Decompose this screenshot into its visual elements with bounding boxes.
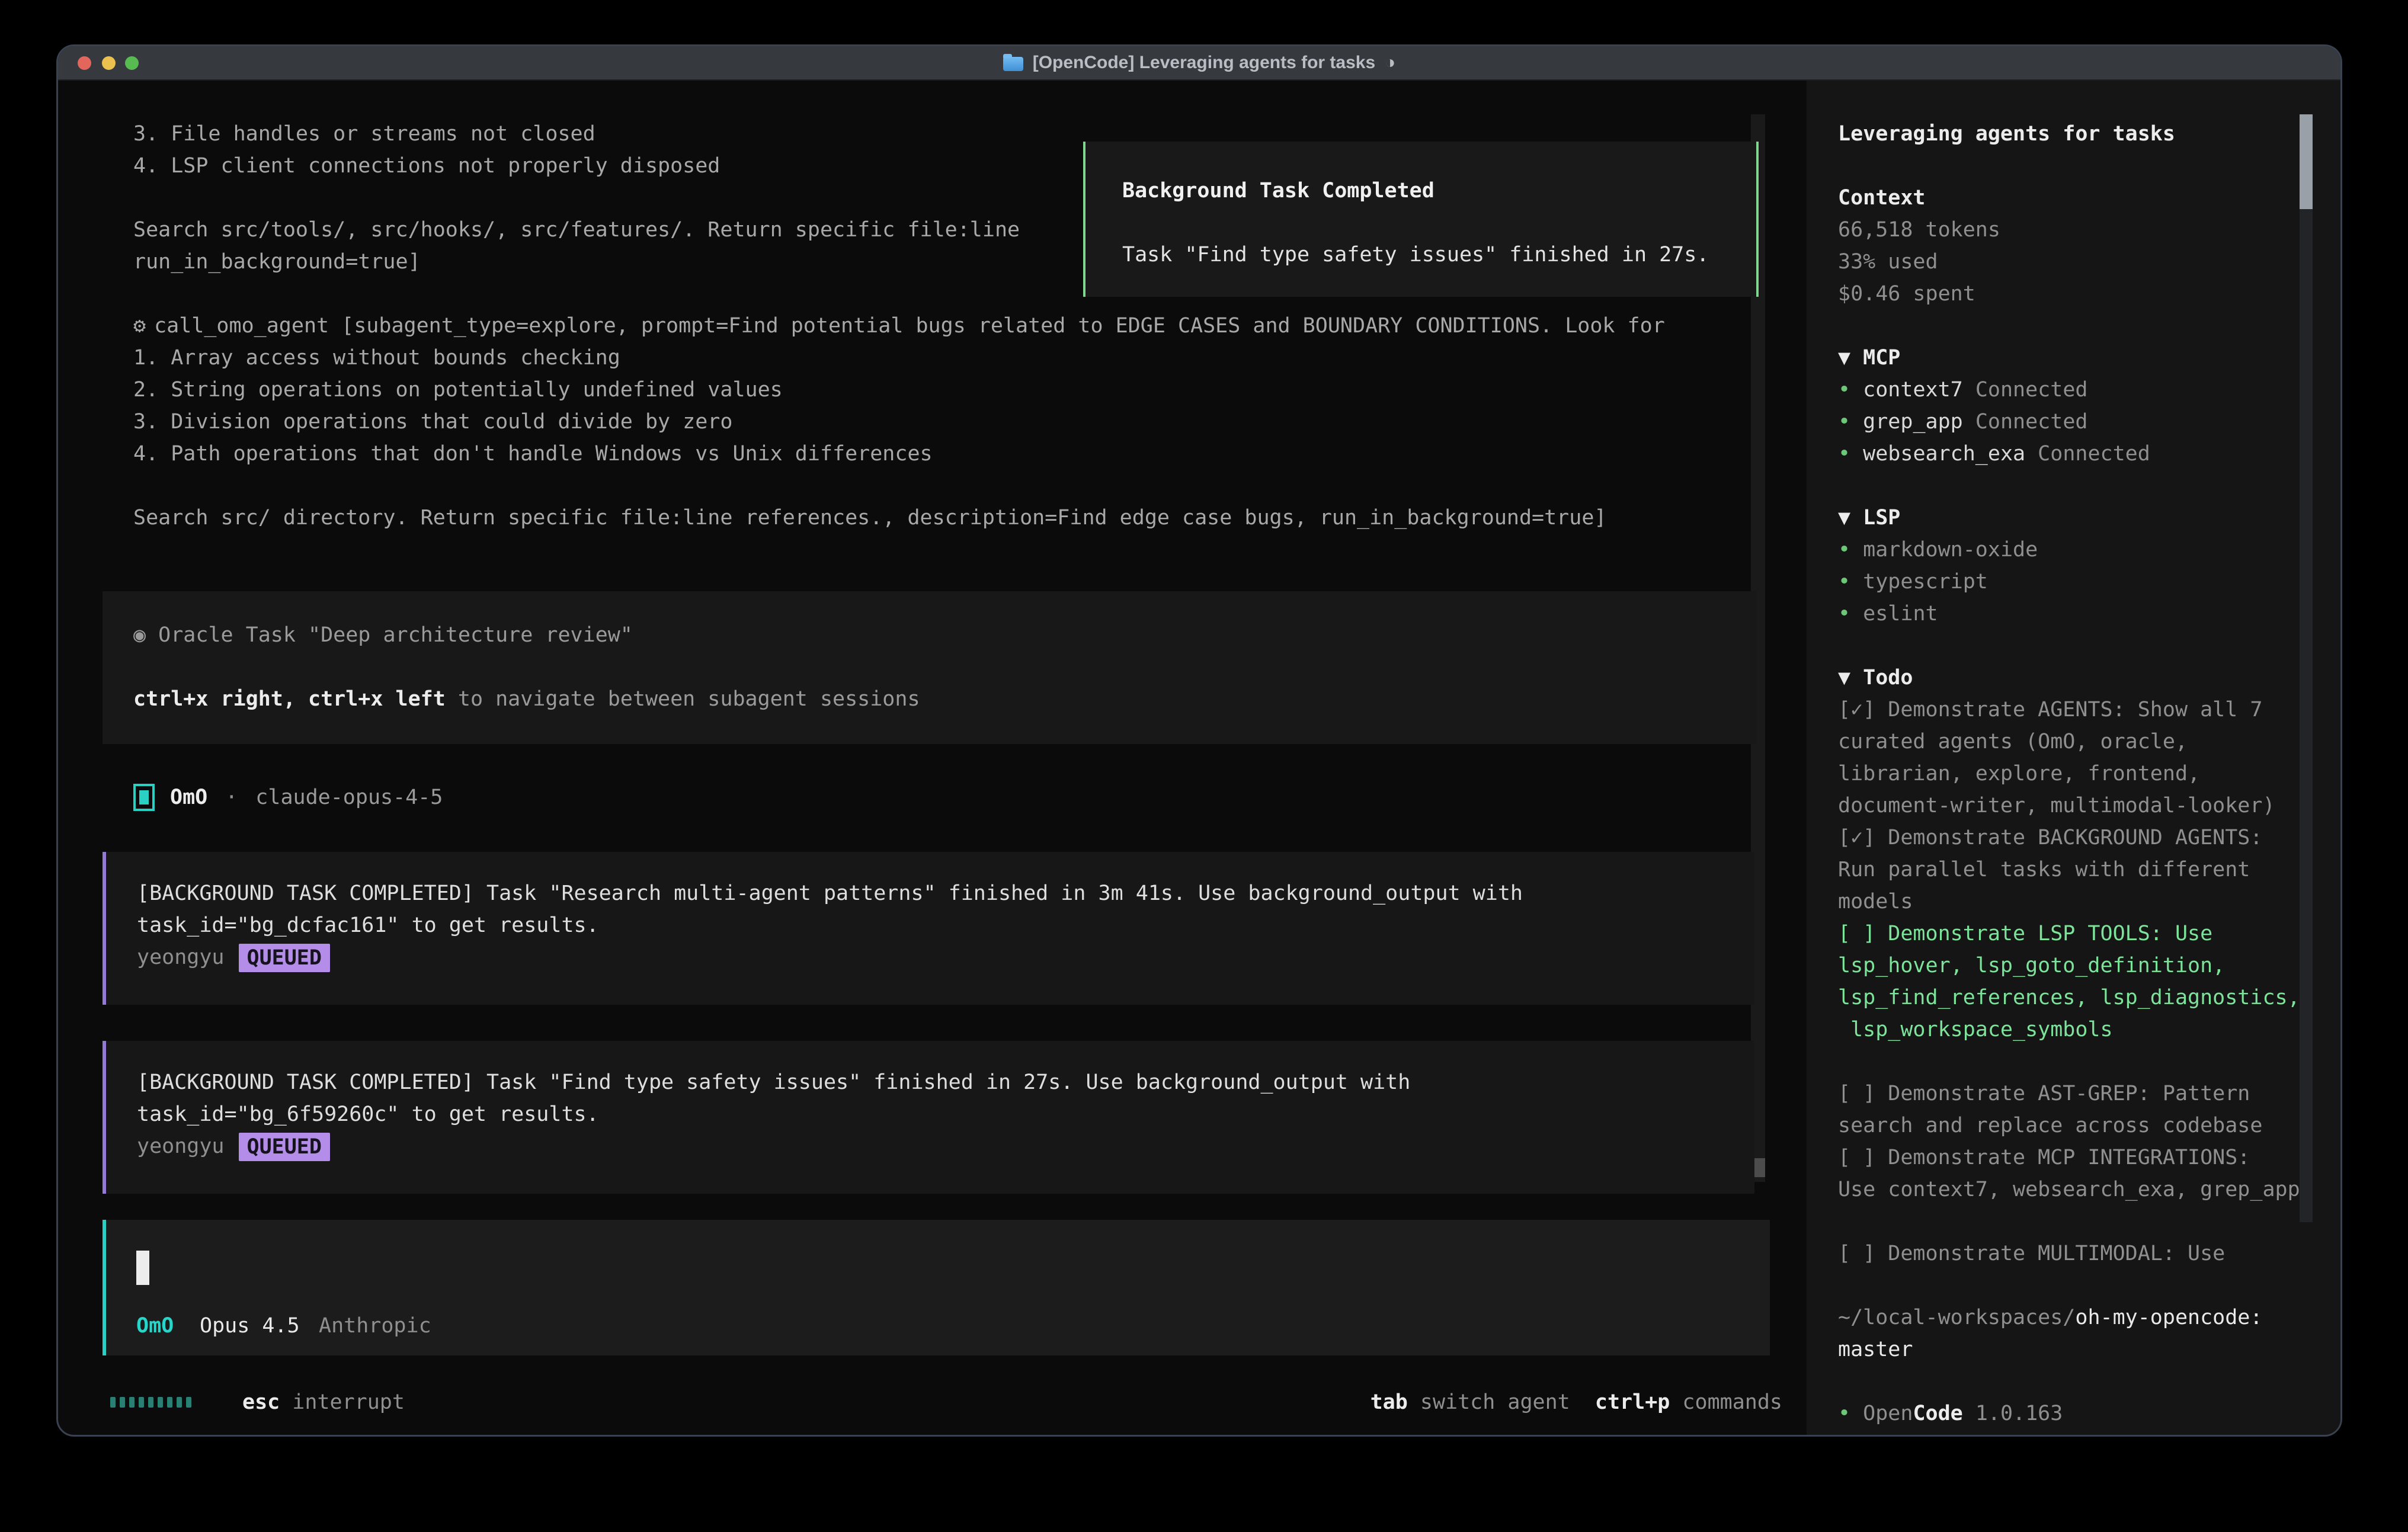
minimize-window-button[interactable] <box>102 56 116 70</box>
agent-header: OmO · claude-opus-4-5 <box>133 781 443 813</box>
separator-dot: · <box>225 786 238 809</box>
oracle-shortcut-hint: ctrl+x right, ctrl+x left to navigate be… <box>133 683 920 715</box>
title-bar: [OpenCode] Leveraging agents for tasks ◑ <box>58 46 2340 81</box>
toast-body: Task "Find type safety issues" finished … <box>1122 239 1709 271</box>
terminal-line: Search src/tools/, src/hooks/, src/featu… <box>133 214 1020 246</box>
agent-name: OmO <box>170 786 207 809</box>
status-dot-icon: • <box>1838 442 1850 466</box>
lsp-item: • typescript <box>1838 566 1988 598</box>
background-task-toast[interactable]: Background Task Completed Task "Find typ… <box>1083 142 1759 297</box>
status-dot-icon: • <box>1838 538 1850 562</box>
todo-item-line: search and replace across codebase <box>1838 1110 2318 1142</box>
half-circle-icon: ◑ <box>1385 53 1395 73</box>
tool-call-line: 2. String operations on potentially unde… <box>133 374 783 406</box>
prompt-input[interactable]: OmO Opus 4.5 Anthropic <box>103 1220 1770 1355</box>
status-dot-icon: • <box>1838 602 1850 626</box>
text-cursor <box>136 1251 149 1285</box>
lsp-section-heading[interactable]: ▼ LSP <box>1838 502 1900 534</box>
input-provider-label: Anthropic <box>319 1310 431 1342</box>
status-dot-icon: • <box>1838 1402 1850 1425</box>
tool-call-line: 4. Path operations that don't handle Win… <box>133 438 933 470</box>
task-author: yeongyu <box>137 946 225 969</box>
mcp-item: • context7 Connected <box>1838 374 2087 406</box>
tool-call-line: 3. Division operations that could divide… <box>133 406 732 438</box>
tool-call-line: ⚙call_omo_agent [subagent_type=explore, … <box>133 310 1665 342</box>
lsp-item: • eslint <box>1838 598 1938 630</box>
task-line: [BACKGROUND TASK COMPLETED] Task "Resear… <box>137 877 1523 909</box>
activity-dots <box>110 1386 191 1418</box>
task-meta: yeongyu QUEUED <box>137 941 330 973</box>
tool-call-line: Search src/ directory. Return specific f… <box>133 502 1606 534</box>
gear-icon: ⚙ <box>133 314 146 338</box>
context-heading: Context <box>1838 182 1926 214</box>
record-icon: ◉ <box>133 623 146 647</box>
sidebar-scrollbar[interactable] <box>2300 114 2313 1222</box>
status-badge: QUEUED <box>239 1133 330 1161</box>
lsp-item: • markdown-oxide <box>1838 534 2038 566</box>
context-used: 33% used <box>1838 246 1938 278</box>
workspace-branch: master <box>1838 1334 1913 1366</box>
task-message: [BACKGROUND TASK COMPLETED] Task "Find t… <box>103 1041 1754 1194</box>
status-dot-icon: • <box>1838 570 1850 594</box>
terminal-line: 3. File handles or streams not closed <box>133 118 595 150</box>
todo-item-line-active: lsp_find_references, lsp_diagnostics, <box>1838 982 2318 1014</box>
version-line: • OpenCode 1.0.163 <box>1838 1398 2063 1430</box>
todo-item-line: [ ] Demonstrate MCP INTEGRATIONS: <box>1838 1142 2318 1174</box>
todo-item-line-active: lsp_workspace_symbols <box>1838 1014 2318 1046</box>
context-spent: $0.46 spent <box>1838 278 1975 310</box>
task-author: yeongyu <box>137 1134 225 1158</box>
context-tokens: 66,518 tokens <box>1838 214 2000 246</box>
window-title: [OpenCode] Leveraging agents for tasks <box>1033 53 1375 73</box>
todo-item-line: Run parallel tasks with different <box>1838 854 2318 886</box>
oracle-task-panel: ◉ Oracle Task "Deep architecture review"… <box>103 591 1757 744</box>
toast-title: Background Task Completed <box>1122 175 1434 207</box>
zoom-window-button[interactable] <box>125 56 139 70</box>
opencode-terminal-window: [OpenCode] Leveraging agents for tasks ◑… <box>56 44 2342 1437</box>
shortcut-hints: tab switch agent ctrl+p commands <box>1370 1386 1782 1418</box>
mcp-section-heading[interactable]: ▼ MCP <box>1838 342 1900 374</box>
oracle-task-header: ◉ Oracle Task "Deep architecture review" <box>133 619 633 651</box>
chevron-down-icon: ▼ <box>1838 666 1850 690</box>
status-dot-icon: • <box>1838 378 1850 402</box>
todo-item-line: [ ] Demonstrate MULTIMODAL: Use <box>1838 1238 2318 1270</box>
todo-item-line: document-writer, multimodal-looker) <box>1838 790 2318 822</box>
terminal-line: 4. LSP client connections not properly d… <box>133 150 720 182</box>
todo-section-heading[interactable]: ▼ Todo <box>1838 662 1913 694</box>
todo-item-line: models <box>1838 886 2318 918</box>
todo-item-line: [ ] Demonstrate AST-GREP: Pattern <box>1838 1078 2318 1110</box>
status-dot-icon: • <box>1838 410 1850 434</box>
session-sidebar: Leveraging agents for tasks Context 66,5… <box>1807 81 2340 1437</box>
input-agent-label: OmO <box>136 1310 174 1342</box>
terminal-line: run_in_background=true] <box>133 246 421 278</box>
todo-item-line: [✓] Demonstrate AGENTS: Show all 7 <box>1838 694 2318 726</box>
sidebar-scrollbar-thumb[interactable] <box>2300 114 2313 209</box>
input-model-label: Opus 4.5 <box>200 1310 300 1342</box>
status-badge: QUEUED <box>239 944 330 972</box>
agent-icon <box>133 784 155 811</box>
tool-call-line: 1. Array access without bounds checking <box>133 342 620 374</box>
mcp-item: • grep_app Connected <box>1838 406 2087 438</box>
interrupt-hint: esc interrupt <box>242 1386 405 1418</box>
task-line: task_id="bg_6f59260c" to get results. <box>137 1098 599 1130</box>
task-message: [BACKGROUND TASK COMPLETED] Task "Resear… <box>103 852 1754 1005</box>
mcp-item: • websearch_exa Connected <box>1838 438 2150 470</box>
close-window-button[interactable] <box>78 56 91 70</box>
task-line: [BACKGROUND TASK COMPLETED] Task "Find t… <box>137 1066 1410 1098</box>
session-title: Leveraging agents for tasks <box>1838 118 2175 150</box>
folder-icon <box>1003 57 1023 71</box>
chevron-down-icon: ▼ <box>1838 346 1850 370</box>
workspace-path: ~/local-workspaces/oh-my-opencode: <box>1838 1302 2262 1334</box>
todo-item-line: curated agents (OmO, oracle, <box>1838 726 2318 758</box>
todo-item-line: [✓] Demonstrate BACKGROUND AGENTS: <box>1838 822 2318 854</box>
task-line: task_id="bg_dcfac161" to get results. <box>137 909 599 941</box>
todo-item-line-active: lsp_hover, lsp_goto_definition, <box>1838 950 2318 982</box>
agent-model: claude-opus-4-5 <box>255 786 443 809</box>
todo-item-line-active: [ ] Demonstrate LSP TOOLS: Use <box>1838 918 2318 950</box>
todo-item-line: librarian, explore, frontend, <box>1838 758 2318 790</box>
task-meta: yeongyu QUEUED <box>137 1130 330 1162</box>
chevron-down-icon: ▼ <box>1838 506 1850 530</box>
todo-item-line: Use context7, websearch_exa, grep_app <box>1838 1174 2318 1206</box>
